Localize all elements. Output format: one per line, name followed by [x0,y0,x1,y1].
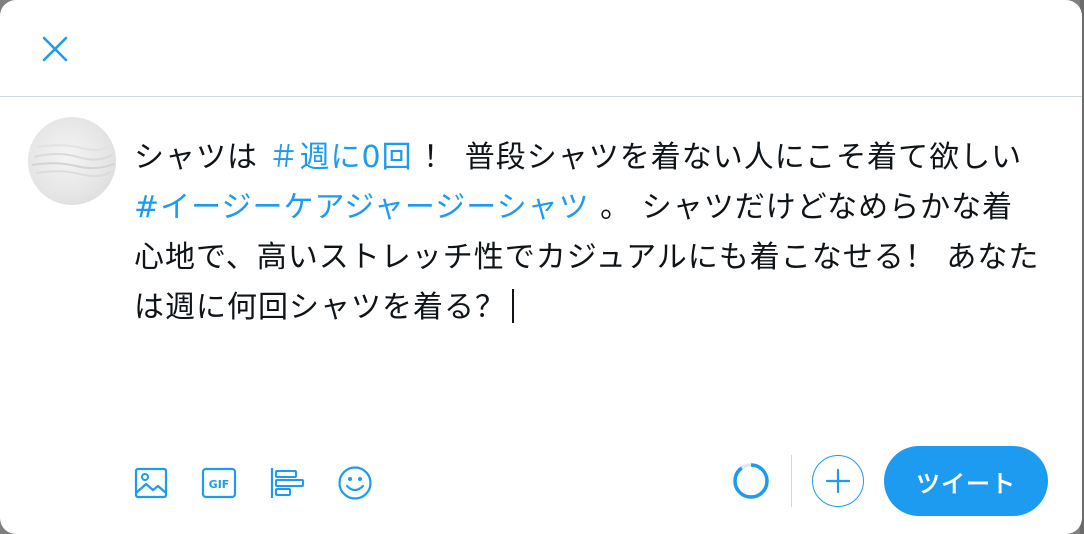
emoji-icon [338,466,372,500]
text-segment: シャツは [134,140,269,175]
plus-icon [825,468,851,494]
gif-icon: GIF [201,467,237,499]
compose-toolbar: GIF [124,456,396,510]
poll-icon [270,468,304,498]
hashtag-link[interactable]: #イージーケアジャージーシャツ [134,190,590,225]
compose-modal: シャツは ＃週に0回 ！ 普段シャツを着ない人にこそ着て欲しい #イージーケアジ… [0,0,1082,534]
close-icon [42,36,68,62]
gif-icon-label: GIF [209,478,230,491]
poll-button[interactable] [260,456,314,510]
compose-actions: ツイート [731,446,1048,516]
gif-button[interactable]: GIF [192,456,246,510]
text-caret [512,289,514,323]
text-segment: ！ 普段シャツを着ない人にこそ着て欲しい [412,140,1023,175]
tweet-button[interactable]: ツイート [884,446,1048,516]
hashtag-link[interactable]: ＃週に0回 [269,140,413,175]
close-button[interactable] [28,22,82,76]
avatar-image [31,144,115,178]
avatar[interactable] [28,117,116,205]
compose-textarea[interactable]: シャツは ＃週に0回 ！ 普段シャツを着ない人にこそ着て欲しい #イージーケアジ… [134,133,1044,333]
modal-header [0,0,1082,97]
actions-divider [791,455,792,507]
character-count-ring [733,463,769,499]
media-button[interactable] [124,456,178,510]
add-tweet-button[interactable] [812,455,864,507]
image-icon [134,467,168,499]
emoji-button[interactable] [328,456,382,510]
